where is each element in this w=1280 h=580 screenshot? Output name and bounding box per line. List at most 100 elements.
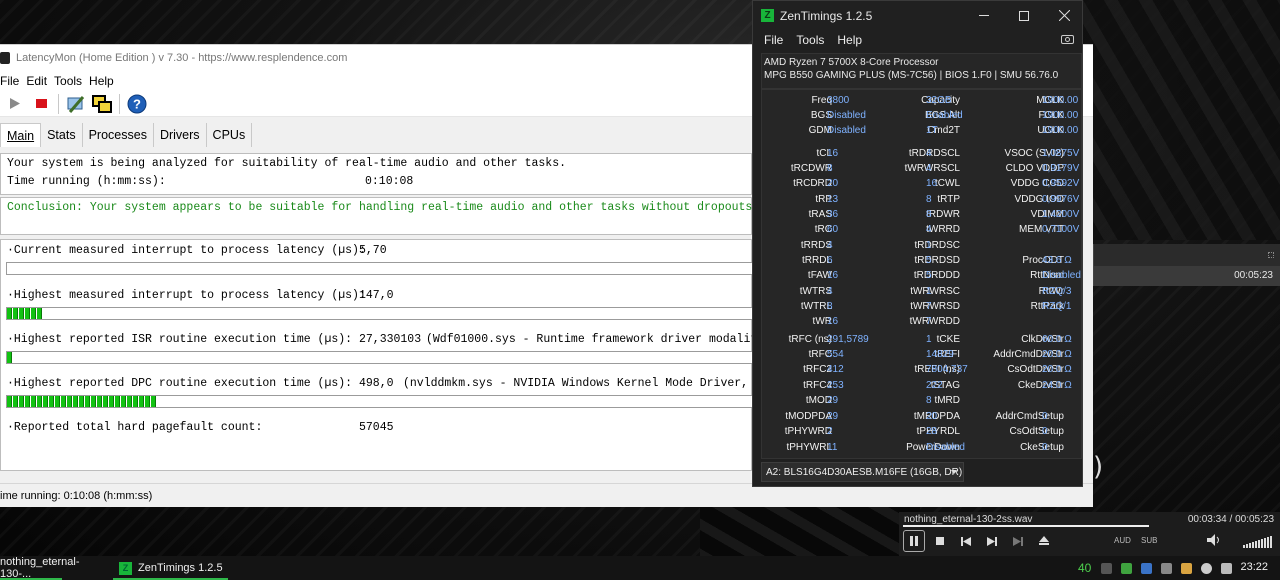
timing-row: tRFC4 253 tSTAG 222 CkeDrvStr 24.0 Ω (762, 378, 1083, 393)
cpu-name: AMD Ryzen 7 5700X 8-Core Processor (764, 57, 939, 68)
timing-value: 16 (827, 270, 839, 281)
timing-label: tRDRDSD (914, 255, 960, 266)
nvidia-icon[interactable] (1121, 562, 1133, 574)
conclusion-text: Conclusion: Your system appears to be su… (7, 201, 760, 214)
timing-value: 1 (926, 240, 932, 251)
timing-value: 0 (1042, 411, 1048, 422)
timing-value: 7 (926, 301, 932, 312)
board-info: MPG B550 GAMING PLUS (MS-7C56) | BIOS 1.… (764, 69, 1059, 81)
timing-value: 1900.00 (1042, 95, 1079, 106)
timing-value: 36 (827, 209, 839, 220)
zt-menu-tools[interactable]: Tools (796, 33, 824, 47)
memory-module-select[interactable]: A2: BLS16G4D30AESB.M16FE (16GB, DR) (761, 462, 964, 482)
timing-value: 4 (827, 240, 833, 251)
pause-button[interactable] (903, 530, 925, 552)
zt-menu-help[interactable]: Help (837, 33, 862, 47)
msi-icon[interactable] (1141, 562, 1153, 574)
timing-value: 253 (827, 380, 844, 391)
timing-row: Freq 3800 Capacity 32GB MCLK 1900.00 (762, 93, 1083, 108)
taskbar: nothing_eternal-130-... Z ZenTimings 1.2… (0, 556, 1280, 580)
metric-label: ·Highest reported ISR routine execution … (7, 333, 353, 346)
volume-slider[interactable] (1243, 536, 1272, 548)
time-running-value: 0:10:08 (365, 175, 414, 188)
next-button[interactable] (981, 530, 1003, 552)
pagefault-value: 57045 (359, 421, 394, 434)
tab-stats[interactable]: Stats (41, 123, 83, 147)
conclusion-panel: Conclusion: Your system appears to be su… (0, 197, 759, 235)
help-button[interactable]: ? (126, 93, 148, 115)
volume-icon[interactable] (1207, 534, 1221, 546)
menu-tools[interactable]: Tools (54, 74, 82, 88)
timing-row: tCL 16 tRDRDSCL 4 VSOC (SVI2) 1,0875V (762, 146, 1083, 161)
minimize-button[interactable] (964, 1, 1004, 30)
taskbar-item-zentimings[interactable]: Z ZenTimings 1.2.5 (113, 556, 228, 580)
menu-file[interactable]: File (0, 74, 19, 88)
timing-value: 0,7100V (1042, 224, 1080, 235)
timing-label: tWRWRSCL (904, 163, 960, 174)
meter-segment (31, 308, 36, 319)
tab-main[interactable]: Main (0, 123, 42, 147)
timing-value: 554 (827, 349, 844, 360)
timing-label: tMODPDA (785, 411, 832, 422)
taskbar-item-media-player[interactable]: nothing_eternal-130-... (0, 556, 108, 580)
menu-edit[interactable]: Edit (26, 74, 47, 88)
metric-detail: (nvlddmkm.sys - NVIDIA Windows Kernel Mo… (403, 377, 804, 390)
help-icon: ? (127, 94, 147, 113)
tray-app-icon[interactable] (1101, 562, 1113, 574)
analysis-panel: Your system is being analyzed for suitab… (0, 153, 752, 195)
zentimings-app-icon: Z (761, 9, 774, 22)
close-button[interactable] (1044, 1, 1084, 30)
eject-button[interactable] (1033, 530, 1055, 552)
tray-app-icon-2[interactable] (1161, 562, 1173, 574)
timing-value: 13 (827, 194, 839, 205)
tab-drivers[interactable]: Drivers (154, 123, 207, 147)
timing-row: tRFC2 412 tREFI (ns) 7804,737 CsOdtDrvStr 20.… (762, 362, 1083, 377)
stop-media-button[interactable] (929, 530, 951, 552)
skip-back-icon (961, 536, 971, 546)
timing-row: tMOD 29 tMRD 8 (762, 393, 1083, 408)
timing-value: 4 (926, 163, 932, 174)
timing-row: tMODPDA 29 tMRDPDA 20 AddrCmdSetup 0 (762, 409, 1083, 424)
timing-value: 1T (926, 125, 938, 136)
taskbar-clock[interactable]: 23:22 (1240, 561, 1268, 573)
tab-cpus[interactable]: CPUs (207, 123, 253, 147)
timing-value: 8 (926, 209, 932, 220)
selected-module: A2: BLS16G4D30AESB.M16FE (16GB, DR) (766, 466, 963, 478)
screenshot-camera-icon[interactable] (1061, 35, 1074, 44)
audio-track-label[interactable]: AUD (1114, 536, 1131, 545)
tab-processes[interactable]: Processes (83, 123, 154, 147)
latencymon-title: LatencyMon (Home Edition ) v 7.30 - http… (16, 52, 348, 64)
speaker-icon[interactable] (1221, 562, 1233, 574)
timing-value: 43.6 Ω (1042, 255, 1072, 266)
timing-value: 2 (827, 426, 833, 437)
timing-value: 4 (926, 148, 932, 159)
maximize-button[interactable] (1004, 1, 1044, 30)
time-running-label: Time running (h:mm:ss): (7, 175, 166, 188)
meter-segment (13, 396, 18, 407)
metric-value: 27,330103 (359, 333, 422, 346)
media-seekbar[interactable] (903, 525, 1149, 527)
globe-icon[interactable] (1201, 562, 1213, 574)
status-text: ime running: 0:10:08 (h:mm:ss) (0, 489, 153, 502)
maximize-icon (1019, 10, 1029, 21)
folder-icon[interactable] (1181, 562, 1193, 574)
media-buttons (903, 530, 1059, 552)
timing-row: tRCDRD 20 tCWL 16 VDDG CCD 0,9592V (762, 176, 1083, 191)
subtitle-track-label[interactable]: SUB (1141, 536, 1157, 545)
taskbar-item-label: ZenTimings 1.2.5 (138, 562, 223, 574)
zt-menu-file[interactable]: File (764, 33, 783, 47)
previous-button[interactable] (955, 530, 977, 552)
start-button[interactable] (4, 93, 26, 115)
stop-button[interactable] (30, 93, 52, 115)
timing-row: tWTRL 8 tWRWRSD 7 RttPark RZQ/1 (762, 299, 1083, 314)
metrics-panel: ·Current measured interrupt to process l… (0, 239, 812, 471)
grip-icon[interactable] (1268, 252, 1274, 258)
skip-forward-icon (987, 536, 997, 546)
copy-button[interactable] (91, 93, 113, 115)
report-button[interactable] (65, 93, 87, 115)
menu-help[interactable]: Help (89, 74, 114, 88)
frame-step-button[interactable] (1007, 530, 1029, 552)
meter-segment (79, 396, 84, 407)
timing-value: 4 (926, 224, 932, 235)
timing-value: 1 (926, 286, 932, 297)
